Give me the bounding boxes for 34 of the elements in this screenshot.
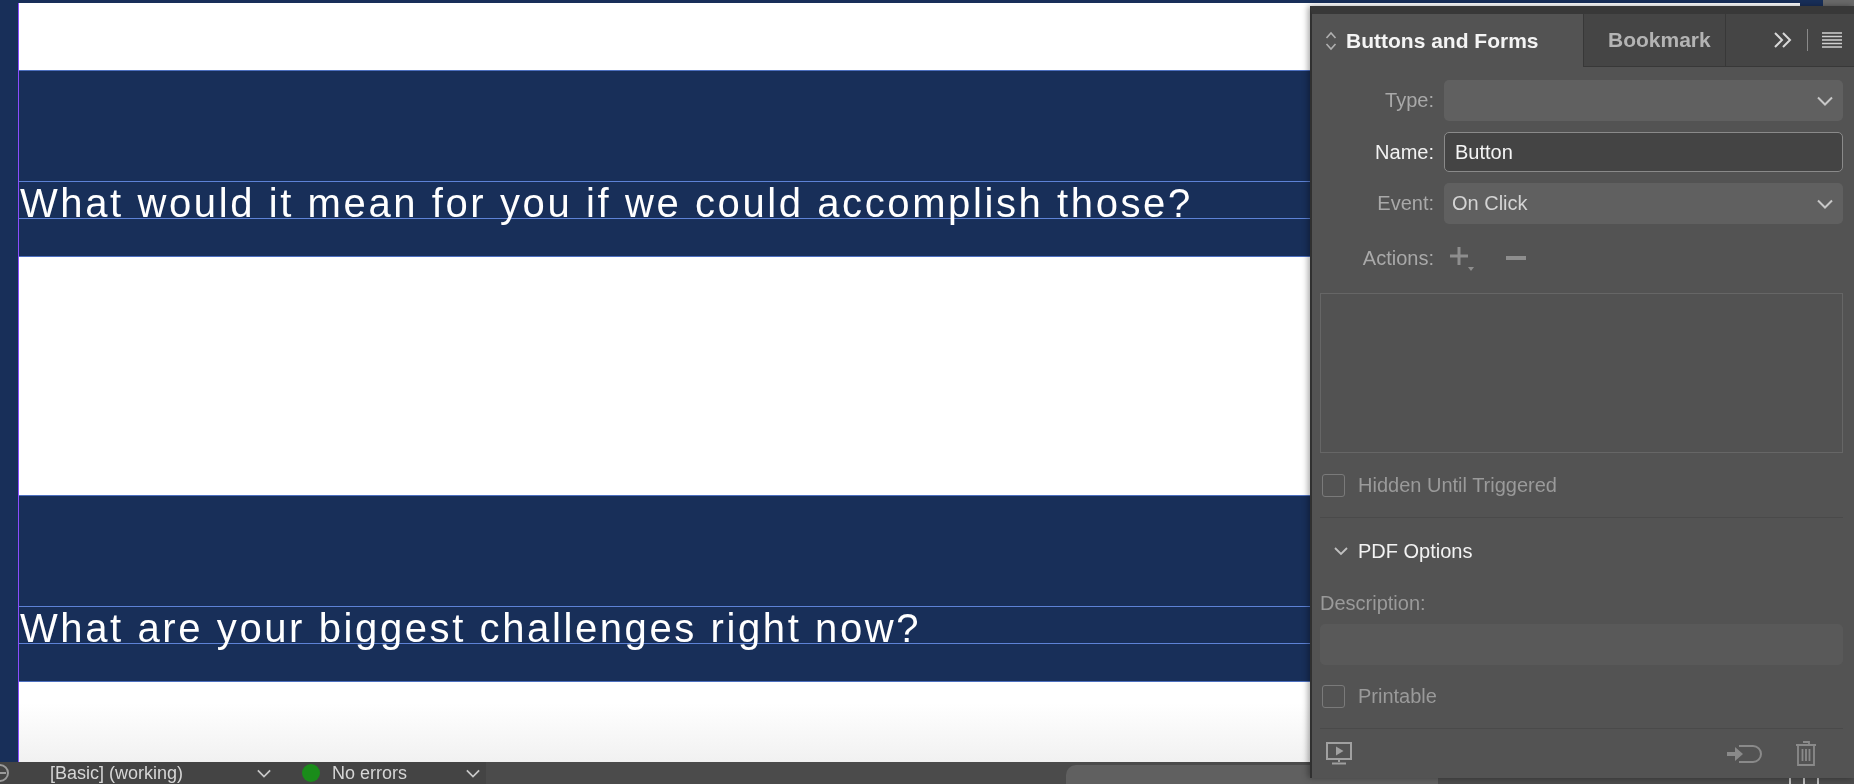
checkbox[interactable]: [1322, 684, 1345, 708]
checkbox[interactable]: [1322, 473, 1345, 497]
scrollbar-track: [1823, 0, 1854, 6]
enter-arrow-icon[interactable]: [1727, 742, 1763, 765]
dropdown[interactable]: On Click: [1444, 183, 1843, 224]
field-label: Description:: [1320, 591, 1426, 615]
profile-dropdown[interactable]: [Basic] (working): [50, 762, 280, 784]
plus-icon[interactable]: [1448, 245, 1474, 271]
field-label: Event:: [1377, 192, 1434, 215]
panel-tab[interactable]: Buttons and Forms: [1312, 14, 1583, 67]
chevron-down-icon: [1817, 95, 1833, 106]
field-label: Type:: [1385, 89, 1434, 112]
circle-icon: [0, 764, 12, 782]
chevron-down-icon: [1817, 198, 1833, 209]
grip-icon: [1788, 778, 1821, 784]
field-label: Actions:: [1362, 246, 1434, 270]
text-input[interactable]: Button: [1444, 132, 1843, 172]
heading: What are your biggest challenges right now?: [19, 605, 922, 652]
monitor-play-icon[interactable]: [1326, 742, 1352, 765]
checkbox-label: Printable: [1358, 684, 1437, 708]
checkbox-label: Hidden Until Triggered: [1358, 473, 1557, 497]
updown-chevron-icon: [1325, 30, 1337, 51]
chevron-down-icon: [257, 768, 271, 778]
double-chevron-icon[interactable]: [1773, 32, 1793, 48]
errors-dropdown[interactable]: No errors: [302, 762, 486, 784]
heading: What would it mean for you if we could accomplish those?: [19, 180, 1193, 227]
field-label: Name:: [1375, 140, 1434, 164]
trash-icon[interactable]: [1795, 741, 1817, 766]
dropdown[interactable]: [1444, 80, 1843, 121]
section-toggle[interactable]: PDF Options: [1320, 535, 1473, 567]
chevron-down-icon: [466, 768, 480, 778]
panel-tab[interactable]: Bookmark: [1583, 14, 1725, 67]
menu-icon[interactable]: [1822, 32, 1842, 48]
minus-icon[interactable]: [1506, 256, 1526, 260]
